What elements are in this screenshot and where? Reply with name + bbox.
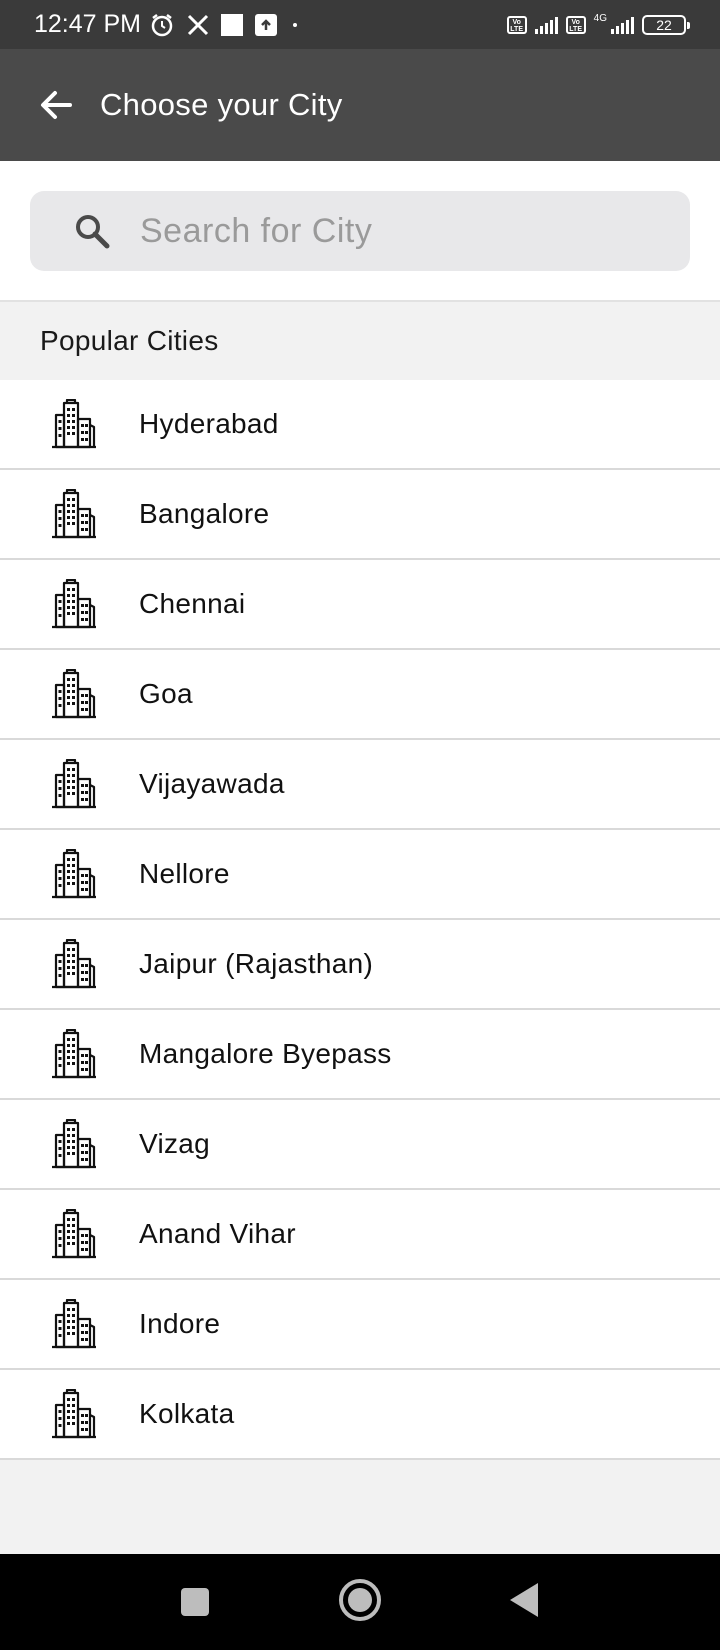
city-name: Nellore	[139, 858, 230, 889]
upload-icon	[255, 13, 278, 36]
signal-strength-icon	[534, 16, 558, 34]
city-buildings-icon	[49, 1389, 99, 1439]
alarm-clock-icon	[149, 12, 175, 38]
search-icon	[72, 211, 112, 251]
system-navigation-bar	[0, 1554, 720, 1650]
status-bar: 12:47 PM Vo LTE Vo LTE 4G 22	[0, 0, 720, 49]
city-list-item[interactable]: Kolkata	[0, 1370, 720, 1460]
city-buildings-icon	[49, 759, 99, 809]
status-time: 12:47 PM	[34, 10, 142, 38]
city-name: Goa	[139, 678, 193, 709]
status-system-icons: Vo LTE Vo LTE 4G 22	[506, 13, 690, 35]
volte-icon-2: Vo LTE	[565, 15, 586, 34]
city-name: Indore	[139, 1308, 221, 1339]
city-list-item[interactable]: Bangalore	[0, 470, 720, 560]
x-app-icon	[187, 14, 209, 36]
city-name: Chennai	[139, 588, 246, 619]
city-name: Mangalore Byepass	[139, 1038, 392, 1069]
page-title: Choose your City	[100, 87, 343, 122]
arrow-left-icon	[41, 91, 72, 119]
triangle-back-icon	[510, 1583, 538, 1617]
home-circle-icon	[339, 1579, 381, 1621]
city-list-item[interactable]: Vijayawada	[0, 740, 720, 830]
city-buildings-icon	[49, 579, 99, 629]
city-list-item[interactable]: Hyderabad	[0, 380, 720, 470]
recent-apps-button[interactable]	[177, 1584, 213, 1620]
popular-cities-heading: Popular Cities	[0, 302, 720, 380]
nav-back-button[interactable]	[504, 1580, 544, 1620]
city-list: Hyderabad Bangalore Chennai Goa Vijayawa…	[0, 380, 720, 1460]
home-button[interactable]	[336, 1576, 384, 1624]
city-buildings-icon	[49, 669, 99, 719]
more-notifications-dot-icon	[293, 22, 298, 27]
city-list-item[interactable]: Indore	[0, 1280, 720, 1370]
volte-icon: Vo LTE	[506, 15, 527, 34]
city-list-item[interactable]: Chennai	[0, 560, 720, 650]
city-buildings-icon	[49, 1299, 99, 1349]
status-notification-icons	[149, 12, 298, 38]
city-buildings-icon	[49, 939, 99, 989]
city-list-item[interactable]: Vizag	[0, 1100, 720, 1190]
back-button[interactable]	[26, 75, 86, 135]
search-box[interactable]	[30, 191, 690, 271]
city-list-item[interactable]: Jaipur (Rajasthan)	[0, 920, 720, 1010]
search-section	[0, 161, 720, 302]
city-name: Vizag	[139, 1128, 211, 1159]
city-list-item[interactable]: Goa	[0, 650, 720, 740]
city-list-item[interactable]: Nellore	[0, 830, 720, 920]
search-input[interactable]	[140, 211, 640, 251]
city-buildings-icon	[49, 489, 99, 539]
city-buildings-icon	[49, 849, 99, 899]
city-buildings-icon	[49, 399, 99, 449]
signal-strength-icon-2	[611, 16, 634, 34]
image-notification-icon	[221, 13, 244, 36]
city-name: Bangalore	[139, 498, 270, 529]
app-bar: Choose your City	[0, 49, 720, 161]
city-buildings-icon	[49, 1029, 99, 1079]
city-list-item[interactable]: Mangalore Byepass	[0, 1010, 720, 1100]
city-name: Hyderabad	[139, 408, 279, 439]
battery-icon: 22	[642, 14, 690, 35]
city-name: Kolkata	[139, 1398, 235, 1429]
city-name: Vijayawada	[139, 768, 285, 799]
city-name: Anand Vihar	[139, 1218, 296, 1249]
network-type-label: 4G	[593, 13, 607, 24]
city-list-item[interactable]: Anand Vihar	[0, 1190, 720, 1280]
square-icon	[181, 1588, 209, 1616]
city-name: Jaipur (Rajasthan)	[139, 948, 374, 979]
city-buildings-icon	[49, 1119, 99, 1169]
city-buildings-icon	[49, 1209, 99, 1259]
